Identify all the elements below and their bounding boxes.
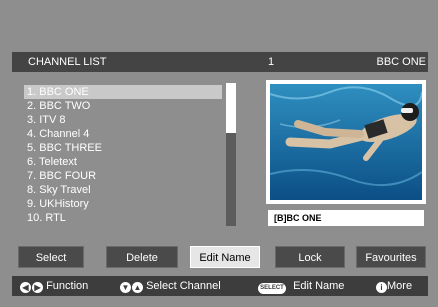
channel-item-2[interactable]: 2. BBC TWO	[24, 99, 222, 113]
help-more: i More	[376, 279, 412, 293]
channel-item-5[interactable]: 5. BBC THREE	[24, 141, 222, 155]
channel-item-10[interactable]: 10. RTL	[24, 211, 222, 225]
channel-item-6[interactable]: 6. Teletext	[24, 155, 222, 169]
help-edit-name-label: Edit Name	[293, 280, 345, 292]
preview-channel-label: [B]BC ONE	[268, 210, 424, 226]
delete-button[interactable]: Delete	[106, 246, 178, 268]
current-channel-name: BBC ONE	[376, 56, 426, 68]
right-arrow-icon: ▶	[32, 282, 43, 293]
favourites-button[interactable]: Favourites	[356, 246, 426, 268]
channel-item-8[interactable]: 8. Sky Travel	[24, 183, 222, 197]
channel-item-3[interactable]: 3. ITV 8	[24, 113, 222, 127]
channel-preview	[266, 80, 426, 204]
help-function-label: Function	[46, 280, 89, 292]
left-arrow-icon: ◀	[20, 282, 31, 293]
down-arrow-icon: ▼	[120, 282, 131, 293]
page-title: CHANNEL LIST	[28, 56, 107, 68]
edit-name-button[interactable]: Edit Name	[190, 246, 260, 268]
channel-item-1[interactable]: 1. BBC ONE	[24, 85, 222, 99]
help-more-label: More	[387, 280, 413, 292]
help-select-channel: ▼ ▲ Select Channel	[120, 279, 221, 293]
channel-item-4[interactable]: 4. Channel 4	[24, 127, 222, 141]
lock-button[interactable]: Lock	[275, 246, 345, 268]
select-key-icon: SELECT	[258, 283, 286, 294]
up-arrow-icon: ▲	[132, 282, 143, 293]
preview-image	[270, 84, 422, 200]
scrollbar-thumb[interactable]	[226, 83, 236, 133]
select-button[interactable]: Select	[18, 246, 84, 268]
help-select-channel-label: Select Channel	[146, 280, 221, 292]
info-icon: i	[376, 282, 387, 293]
channel-item-9[interactable]: 9. UKHistory	[24, 197, 222, 211]
help-function: ◀ ▶ Function	[20, 279, 88, 293]
current-channel-number: 1	[268, 56, 275, 68]
channel-item-7[interactable]: 7. BBC FOUR	[24, 169, 222, 183]
help-edit-name: SELECT Edit Name	[258, 279, 344, 294]
